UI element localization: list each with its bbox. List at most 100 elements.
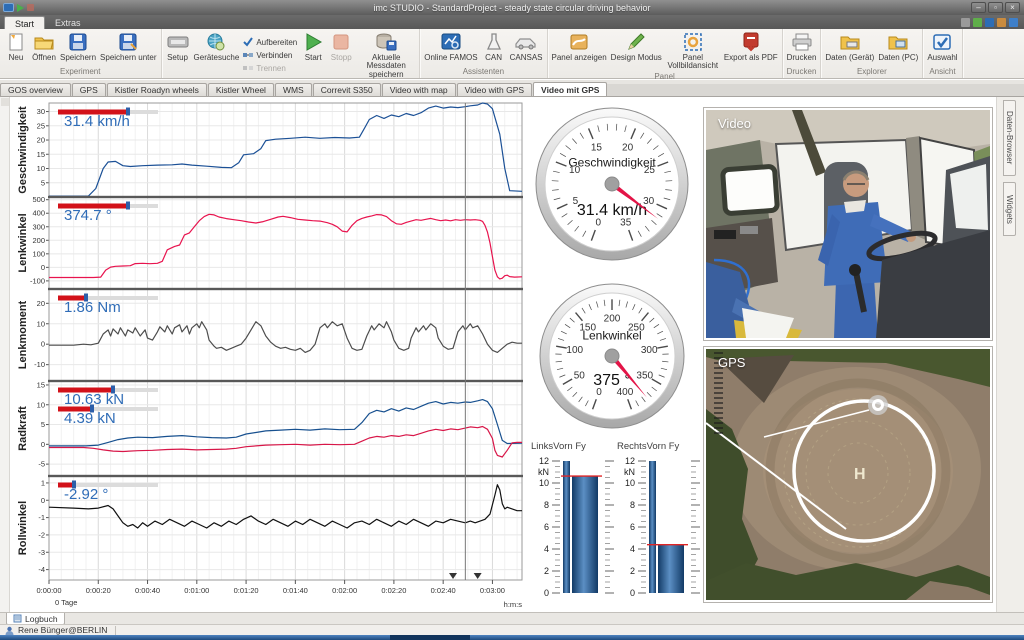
start-button[interactable]: Start — [299, 30, 327, 80]
svg-text:-5: -5 — [38, 460, 45, 469]
svg-text:4: 4 — [630, 544, 635, 554]
ribbon-group-drucken: Drucken Drucken — [783, 29, 822, 78]
restore-button[interactable]: ▫ — [988, 2, 1003, 13]
svg-text:0:00:20: 0:00:20 — [86, 586, 111, 595]
save-current-data-button[interactable]: Aktuelle Messdaten speichern — [355, 30, 417, 80]
drucken-button[interactable]: Drucken — [785, 30, 819, 67]
panel-tab-video-with-map[interactable]: Video with map — [382, 83, 456, 96]
svg-text:-3: -3 — [38, 548, 45, 557]
new-document-icon — [4, 31, 28, 53]
svg-text:15: 15 — [37, 150, 45, 159]
svg-text:15: 15 — [591, 142, 603, 153]
svg-text:0:01:40: 0:01:40 — [283, 586, 308, 595]
connect-icon — [243, 50, 253, 60]
svg-text:-2.92 °: -2.92 ° — [64, 486, 108, 503]
svg-text:0: 0 — [41, 263, 45, 272]
tab-widgets[interactable]: Widgets — [1003, 182, 1016, 236]
svg-text:8: 8 — [630, 500, 635, 510]
svg-text:20: 20 — [37, 136, 45, 145]
gear-knob — [849, 264, 861, 276]
open-button[interactable]: Öffnen — [30, 30, 58, 67]
aufbereiten-item[interactable]: Aufbereiten — [243, 36, 297, 49]
bar-meter-rechtsvorn[interactable]: 024681012kN — [615, 455, 707, 605]
svg-text:2: 2 — [630, 566, 635, 576]
svg-text:5: 5 — [41, 420, 45, 429]
steering-angle-gauge[interactable]: 050100150200250300350400Lenkwinkel375 ° — [538, 282, 686, 430]
device-search-button[interactable]: Gerätesuche — [192, 30, 242, 80]
database-save-icon — [374, 31, 398, 53]
gps-map-image: H — [706, 349, 990, 600]
gps-panel[interactable]: H GPS — [703, 346, 993, 603]
close-button[interactable]: × — [1005, 2, 1020, 13]
daten-geraet-button[interactable]: Daten (Gerät) — [823, 30, 876, 67]
svg-text:6: 6 — [544, 522, 549, 532]
cansas-button[interactable]: CANSAS — [508, 30, 545, 67]
info-icon[interactable] — [985, 18, 994, 27]
svg-text:50: 50 — [574, 370, 586, 381]
bar-meter-linksvorn[interactable]: 024681012kN — [529, 455, 621, 605]
svg-text:0:01:20: 0:01:20 — [234, 586, 259, 595]
start-quick-icon[interactable] — [17, 4, 24, 12]
design-modus-button[interactable]: Design Modus — [609, 30, 664, 72]
svg-text:30: 30 — [37, 107, 45, 116]
svg-text:kN: kN — [624, 467, 635, 477]
user-mode-icon[interactable] — [997, 18, 1006, 27]
svg-text:374.7 °: 374.7 ° — [64, 207, 112, 224]
video-panel[interactable]: Video — [703, 107, 993, 341]
device-setup-icon — [166, 31, 190, 53]
video-image — [706, 110, 990, 338]
online-famos-button[interactable]: Online FAMOS — [422, 30, 479, 67]
svg-text:-4: -4 — [38, 565, 45, 574]
panel-tab-video-mit-gps[interactable]: Video mit GPS — [533, 82, 607, 96]
imc-studio-window: imc STUDIO - StandardProject - steady st… — [0, 0, 1024, 640]
trennen-item[interactable]: Trennen — [243, 62, 297, 75]
panel-tab-kistler-wheel[interactable]: Kistler Wheel — [208, 83, 274, 96]
left-scroll-strip[interactable] — [0, 97, 10, 612]
panel-tab-gos-overview[interactable]: GOS overview — [0, 83, 71, 96]
svg-text:350: 350 — [636, 370, 653, 381]
panel-tab-correvit-s350[interactable]: Correvit S350 — [313, 83, 381, 96]
group-label-assistenten: Assistenten — [420, 67, 546, 78]
collapse-ribbon-icon[interactable] — [961, 18, 970, 27]
daten-pc-button[interactable]: Daten (PC) — [876, 30, 920, 67]
left-window — [723, 166, 778, 214]
edit-icon[interactable] — [973, 18, 982, 27]
scroll-top-box[interactable] — [1, 98, 9, 106]
svg-text:0: 0 — [630, 588, 635, 598]
can-button[interactable]: CAN — [480, 30, 508, 67]
svg-text:10: 10 — [37, 164, 45, 173]
svg-text:Radkraft: Radkraft — [17, 406, 29, 451]
panel-tab-wms[interactable]: WMS — [275, 83, 312, 96]
start-play-icon — [301, 31, 325, 53]
export-pdf-button[interactable]: Export als PDF — [722, 30, 780, 72]
svg-text:0: 0 — [595, 217, 601, 228]
ribbon-tab-start[interactable]: Start — [4, 16, 45, 29]
auswahl-button[interactable]: Auswahl — [925, 30, 959, 67]
save-button[interactable]: Speichern — [58, 30, 98, 67]
svg-text:15: 15 — [37, 380, 45, 389]
setup-button[interactable]: Setup — [164, 30, 192, 80]
minimize-button[interactable]: – — [971, 2, 986, 13]
panel-tab-video-with-gps[interactable]: Video with GPS — [457, 83, 532, 96]
globe-search-icon — [204, 31, 228, 53]
tab-daten-browser[interactable]: Daten-Browser — [1003, 100, 1016, 176]
speed-gauge[interactable]: 05101520253035Geschwindigkeit31.4 km/h — [534, 106, 690, 262]
svg-text:25: 25 — [37, 121, 45, 130]
svg-text:20: 20 — [622, 142, 634, 153]
panel-anzeigen-button[interactable]: Panel anzeigen — [550, 30, 609, 72]
panel-vollbild-button[interactable]: Panel Vollbildansicht — [664, 30, 722, 72]
ribbon-tab-extras[interactable]: Extras — [45, 16, 91, 29]
new-button[interactable]: Neu — [2, 30, 30, 67]
strip-chart-stack[interactable]: 51015202530Geschwindigkeit31.4 km/h-1000… — [14, 102, 524, 612]
svg-text:20: 20 — [37, 299, 45, 308]
save-as-floppy-icon — [116, 31, 140, 53]
verbinden-item[interactable]: Verbinden — [243, 49, 297, 62]
device-action-list: Aufbereiten Verbinden Trennen — [241, 30, 299, 80]
help-icon[interactable] — [1009, 18, 1018, 27]
panel-tab-gps[interactable]: GPS — [72, 83, 106, 96]
stop-button[interactable]: Stopp — [327, 30, 355, 80]
save-as-button[interactable]: Speichern unter — [98, 30, 158, 67]
panel-tab-kistler-roadyn-wheels[interactable]: Kistler Roadyn wheels — [107, 83, 207, 96]
stop-quick-icon[interactable] — [27, 4, 34, 11]
svg-text:4.39 kN: 4.39 kN — [64, 410, 116, 427]
